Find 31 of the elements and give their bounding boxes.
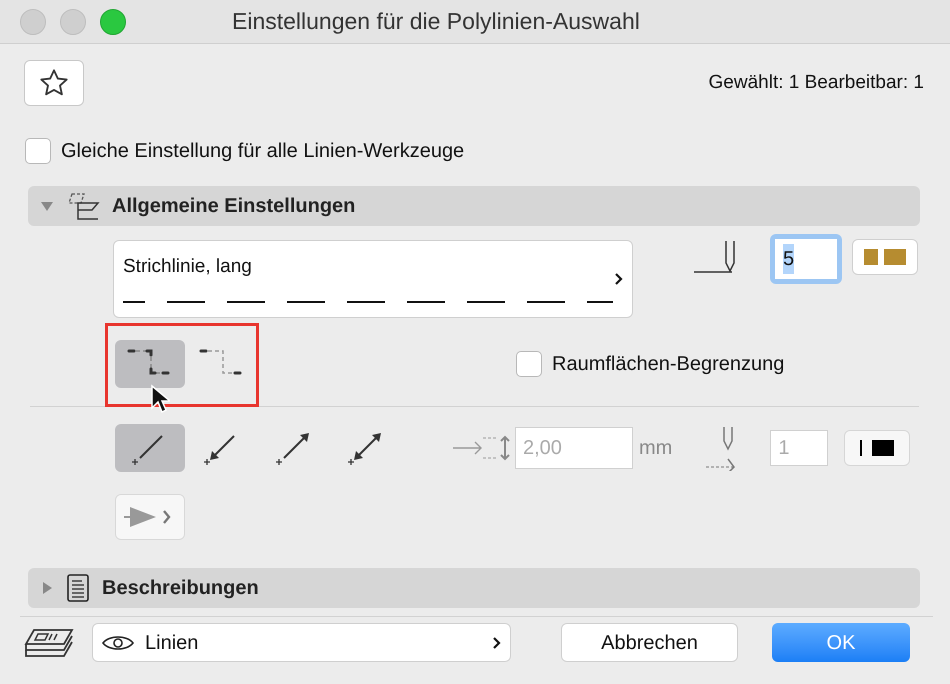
section-header[interactable]: Allgemeine Einstellungen: [28, 186, 920, 226]
checkbox-label: Gleiche Einstellung für alle Linien-Werkzeuge: [61, 139, 464, 164]
checkbox-label: Raumflächen-Begrenzung: [552, 352, 784, 377]
layers-icon: [24, 628, 74, 658]
pen-number-field[interactable]: 5: [770, 234, 842, 284]
zoom-icon[interactable]: [100, 8, 126, 34]
chevron-right-icon: [614, 272, 624, 286]
section-header[interactable]: Beschreibungen: [28, 568, 920, 608]
unit-label: mm: [639, 436, 672, 461]
section-title: Beschreibungen: [102, 576, 259, 601]
favorites-button[interactable]: [24, 60, 84, 106]
mouse-pointer-icon: [150, 384, 170, 414]
swatch-icon: [864, 249, 906, 265]
pen-color-button[interactable]: [852, 239, 918, 275]
chevron-right-icon: [492, 636, 502, 650]
checkbox[interactable]: [25, 138, 51, 164]
swatch-icon: [860, 440, 894, 456]
window-title: Einstellungen für die Polylinien-Auswahl: [232, 7, 640, 36]
document-icon: [66, 573, 90, 603]
layers-icon: [66, 191, 100, 221]
section-title: Allgemeine Einstellungen: [112, 194, 356, 219]
line-type-selector[interactable]: Strichlinie, lang: [113, 240, 633, 318]
corner-mode-button[interactable]: [115, 340, 185, 388]
triangle-right-icon: [40, 581, 54, 595]
selection-info: Gewählt: 1 Bearbeitbar: 1: [708, 70, 924, 95]
checkbox[interactable]: [516, 351, 542, 377]
arrow-pen-color-button[interactable]: [844, 430, 910, 466]
arrowhead-button[interactable]: [115, 494, 185, 540]
layer-selector[interactable]: Linien: [92, 623, 511, 662]
triangle-down-icon: [40, 199, 54, 213]
cancel-button[interactable]: Abbrechen: [561, 623, 738, 662]
